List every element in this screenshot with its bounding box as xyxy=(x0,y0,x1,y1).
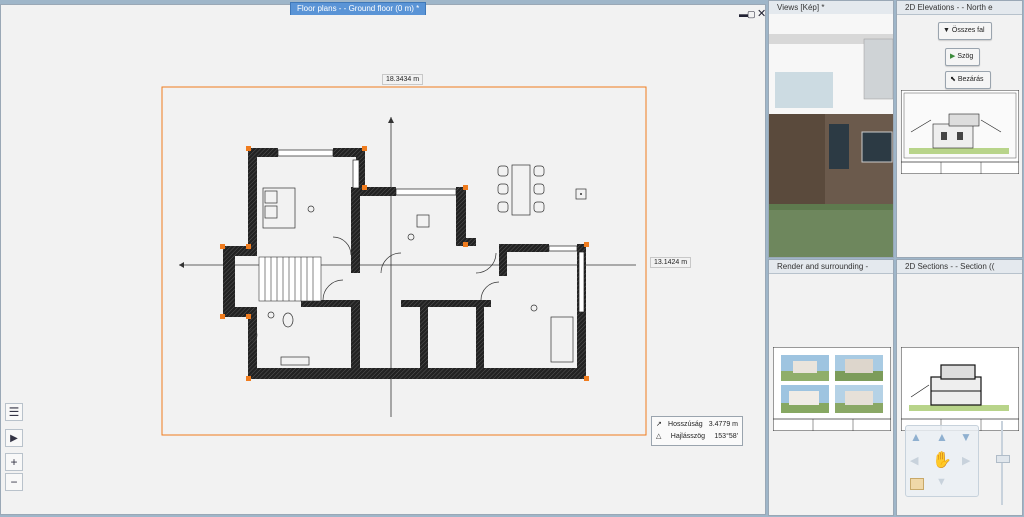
all-walls-dropdown[interactable]: ▼ Összes fal xyxy=(938,22,992,40)
angle-button[interactable]: ▶ Szög xyxy=(945,48,981,66)
arrow-up-left-icon[interactable]: ▲ xyxy=(910,430,922,444)
cursor-icon: ⬉ xyxy=(950,76,956,83)
arrow-down-icon[interactable]: ▼ xyxy=(936,476,947,488)
sections-header: 2D Sections - - Section (( xyxy=(897,260,1022,274)
angle-icon: △ xyxy=(656,433,662,440)
views-panel[interactable]: Views [Kép] * xyxy=(768,0,894,258)
pan-hand-icon[interactable]: ✋ xyxy=(932,450,952,470)
length-value: 3.4779 m xyxy=(708,421,738,428)
length-icon: ↗ xyxy=(656,421,662,428)
close-icon[interactable]: ✕ xyxy=(757,7,765,20)
elevations-header: 2D Elevations - - North e xyxy=(897,1,1022,15)
arrow-left-icon[interactable]: ◀ xyxy=(910,454,918,467)
render-header: Render and surrounding - xyxy=(769,260,893,274)
layer-icon[interactable] xyxy=(910,478,924,490)
3d-view-image[interactable] xyxy=(769,14,893,258)
zoom-in-button[interactable]: + xyxy=(5,453,23,471)
close-label: Bezárás xyxy=(957,76,984,83)
elevations-panel[interactable]: 2D Elevations - - North e ▼ Összes fal ▶… xyxy=(896,0,1023,258)
views-header: Views [Kép] * xyxy=(769,1,893,15)
angle-label: Hajlásszög xyxy=(670,433,706,440)
zoom-slider[interactable] xyxy=(995,415,1010,510)
width-dimension: 18.3434 m xyxy=(382,74,424,85)
render-thumbnail[interactable] xyxy=(773,347,891,431)
arrow-up-icon[interactable]: ▲ xyxy=(936,430,948,444)
elevation-thumbnail[interactable] xyxy=(901,90,1019,174)
play-icon[interactable]: ▶ xyxy=(5,429,23,447)
windows xyxy=(277,149,585,313)
play-icon: ▶ xyxy=(950,53,956,60)
stairs xyxy=(258,256,322,302)
zoom-slider-handle[interactable] xyxy=(996,455,1010,463)
arrow-right-icon[interactable]: ▶ xyxy=(962,454,970,467)
render-panel[interactable]: Render and surrounding - xyxy=(768,259,894,516)
chevron-down-icon: ▼ xyxy=(943,27,950,34)
close-button[interactable]: ⬉ Bezárás xyxy=(945,71,991,89)
zoom-out-button[interactable]: − xyxy=(5,473,23,491)
sections-panel[interactable]: 2D Sections - - Section (( ▲ ▲ ▼ ◀ ✋ ▶ ▼ xyxy=(896,259,1023,516)
list-icon[interactable]: ☰ xyxy=(5,403,23,421)
navigation-widget[interactable]: ▲ ▲ ▼ ◀ ✋ ▶ ▼ xyxy=(905,425,979,497)
length-label: Hosszúság xyxy=(668,421,703,428)
measurement-info-box: ↗ Hosszúság 3.4779 m △ Hajlásszög 153°58' xyxy=(651,416,743,446)
angle-value: 153°58' xyxy=(714,433,738,440)
angle-label: Szög xyxy=(957,53,974,60)
all-walls-label: Összes fal xyxy=(951,27,985,34)
arrow-up-right-icon[interactable]: ▼ xyxy=(960,430,972,444)
tab-floor-plans[interactable]: Floor plans - - Ground floor (0 m) * xyxy=(290,2,427,15)
height-dimension: 13.1424 m xyxy=(650,257,692,268)
restore-icon[interactable]: ▢ xyxy=(747,9,756,20)
